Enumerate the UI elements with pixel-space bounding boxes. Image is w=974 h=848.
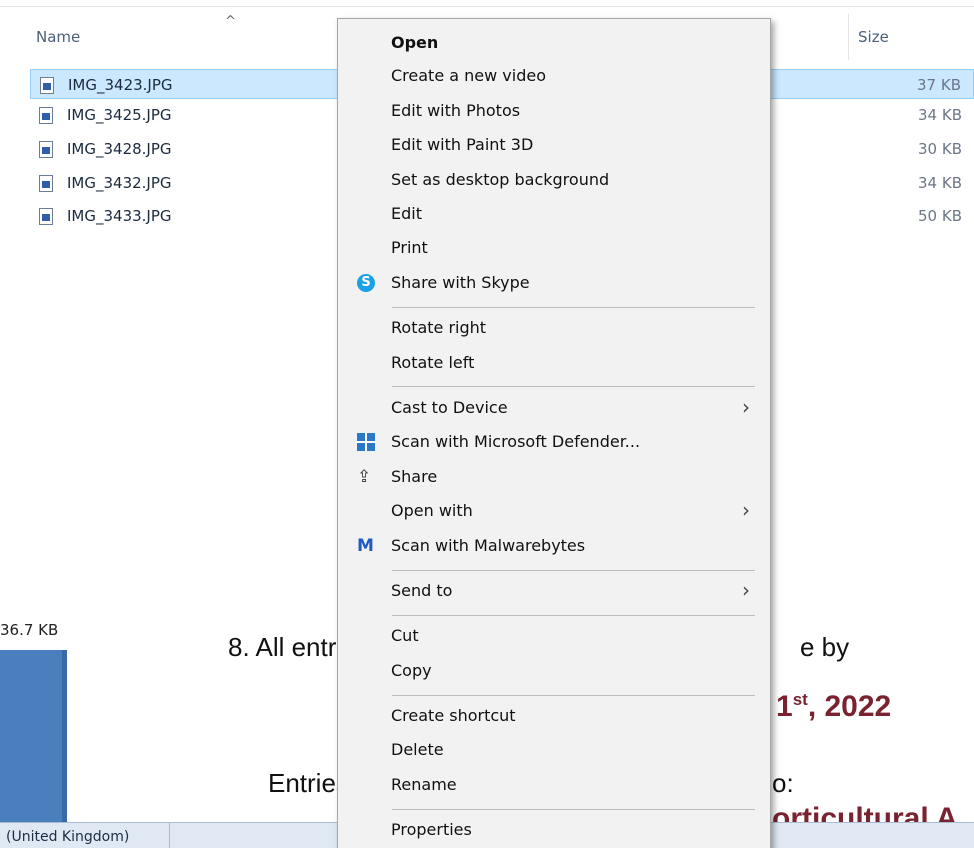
menu-item-label: Edit with Paint 3D	[391, 135, 534, 154]
menu-item-open[interactable]: Open	[338, 29, 770, 59]
selected-size-status: 36.7 KB	[0, 621, 59, 639]
menu-item-properties[interactable]: Properties	[338, 816, 770, 846]
menu-item-label: Edit with Photos	[391, 101, 521, 120]
file-size: 34 KB	[918, 174, 962, 192]
menu-item-create-new-video[interactable]: Create a new video	[338, 62, 770, 92]
menu-item-send-to[interactable]: Send to ›	[338, 577, 770, 607]
menu-item-label: Send to	[391, 581, 453, 600]
menu-separator	[392, 386, 755, 387]
file-size: 34 KB	[918, 106, 962, 124]
menu-item-edit-with-photos[interactable]: Edit with Photos	[338, 97, 770, 127]
menu-item-share[interactable]: ⇪ Share	[338, 463, 770, 493]
menu-item-set-desktop-background[interactable]: Set as desktop background	[338, 166, 770, 196]
malwarebytes-icon: M	[357, 536, 374, 556]
menu-item-share-with-skype[interactable]: S Share with Skype	[338, 269, 770, 299]
menu-item-label: Copy	[391, 661, 432, 680]
menu-item-label: Print	[391, 238, 428, 257]
menu-item-label: Cut	[391, 626, 419, 645]
file-size: 50 KB	[918, 207, 962, 225]
image-file-icon	[39, 208, 53, 225]
document-date: 1st, 2022	[776, 690, 891, 724]
skype-icon: S	[357, 274, 375, 292]
image-file-icon	[39, 107, 53, 124]
document-text-fragment: e by	[800, 632, 850, 662]
file-name: IMG_3428.JPG	[67, 140, 172, 158]
menu-item-label: Share	[391, 467, 438, 486]
menu-item-open-with[interactable]: Open with ›	[338, 497, 770, 527]
date-suffix: st	[792, 690, 808, 709]
image-file-icon	[40, 77, 54, 94]
menu-item-rotate-right[interactable]: Rotate right	[338, 314, 770, 344]
share-icon: ⇪	[357, 467, 372, 487]
menu-item-label: Properties	[391, 820, 472, 839]
menu-item-rotate-left[interactable]: Rotate left	[338, 349, 770, 379]
menu-item-delete[interactable]: Delete	[338, 736, 770, 766]
microsoft-defender-icon	[357, 433, 375, 451]
file-name: IMG_3425.JPG	[67, 106, 172, 124]
file-size: 30 KB	[918, 140, 962, 158]
menu-item-label: Scan with Microsoft Defender...	[391, 432, 641, 451]
menu-item-label: Create a new video	[391, 66, 546, 85]
menu-item-edit[interactable]: Edit	[338, 200, 770, 230]
menu-item-label: Rotate right	[391, 318, 487, 337]
submenu-chevron-icon: ›	[742, 498, 750, 522]
menu-item-label: Cast to Device	[391, 398, 508, 417]
date-day: 1	[776, 690, 793, 723]
menu-item-label: Set as desktop background	[391, 170, 610, 189]
menu-separator	[392, 809, 755, 810]
menu-item-label: Rotate left	[391, 353, 475, 372]
menu-item-label: Open	[391, 33, 439, 52]
word-left-margin-bar	[0, 650, 67, 822]
document-text-fragment: o:	[772, 768, 794, 798]
column-header-size[interactable]: Size	[849, 14, 974, 60]
column-header-size-label: Size	[858, 28, 889, 46]
explorer-top-border	[0, 6, 974, 7]
menu-separator	[392, 307, 755, 308]
submenu-chevron-icon: ›	[742, 578, 750, 602]
image-file-icon	[39, 175, 53, 192]
column-header-name-label: Name	[36, 28, 81, 46]
menu-item-label: Share with Skype	[391, 273, 530, 292]
menu-item-label: Rename	[391, 775, 457, 794]
menu-item-scan-with-malwarebytes[interactable]: M Scan with Malwarebytes	[338, 532, 770, 562]
menu-item-label: Edit	[391, 204, 422, 223]
menu-item-scan-with-defender[interactable]: Scan with Microsoft Defender...	[338, 428, 770, 458]
menu-item-print[interactable]: Print	[338, 234, 770, 264]
menu-item-copy[interactable]: Copy	[338, 657, 770, 687]
menu-item-label: Open with	[391, 501, 473, 520]
menu-item-cast-to-device[interactable]: Cast to Device ›	[338, 394, 770, 424]
menu-item-create-shortcut[interactable]: Create shortcut	[338, 702, 770, 732]
file-name: IMG_3433.JPG	[67, 207, 172, 225]
menu-item-edit-with-paint-3d[interactable]: Edit with Paint 3D	[338, 131, 770, 161]
menu-item-label: Create shortcut	[391, 706, 516, 725]
file-size: 37 KB	[917, 76, 961, 94]
image-file-icon	[39, 141, 53, 158]
menu-separator	[392, 570, 755, 571]
menu-separator	[392, 615, 755, 616]
file-name: IMG_3432.JPG	[67, 174, 172, 192]
menu-item-label: Delete	[391, 740, 444, 759]
file-name: IMG_3423.JPG	[68, 76, 173, 94]
menu-item-label: Scan with Malwarebytes	[391, 536, 586, 555]
context-menu: Open Create a new video Edit with Photos…	[337, 18, 771, 848]
submenu-chevron-icon: ›	[742, 395, 750, 419]
document-text-fragment: 8. All entri	[228, 632, 343, 662]
sort-ascending-icon: ^	[225, 14, 236, 29]
menu-separator	[392, 695, 755, 696]
language-indicator[interactable]: (United Kingdom)	[0, 823, 170, 848]
date-rest: , 2022	[807, 690, 892, 723]
menu-item-rename[interactable]: Rename	[338, 771, 770, 801]
menu-item-cut[interactable]: Cut	[338, 622, 770, 652]
